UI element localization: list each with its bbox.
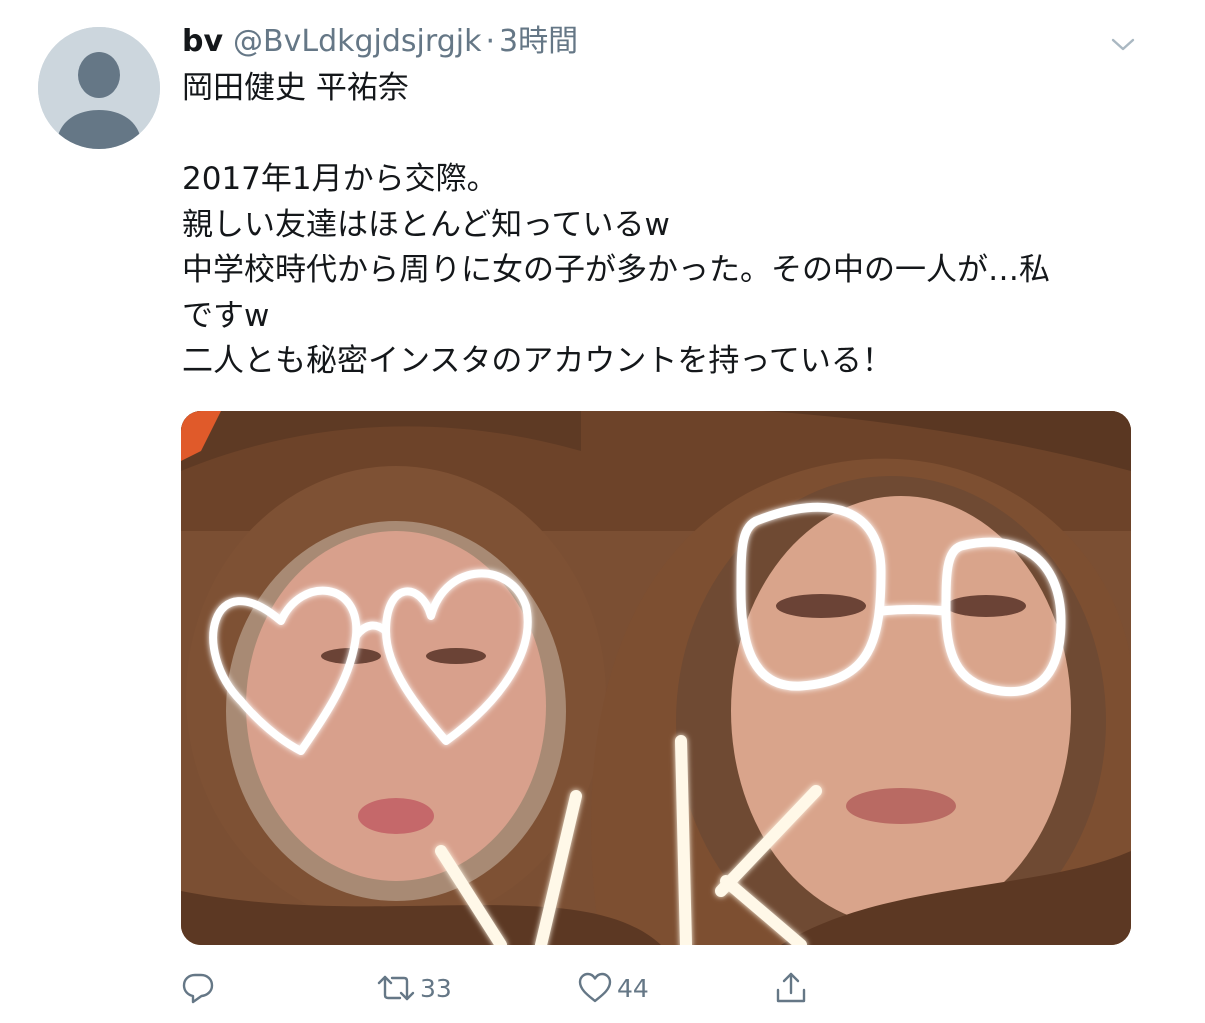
share-icon [776, 972, 806, 1003]
tweet-header: bv @BvLdkgjdsjrgjk · 3時間 [182, 20, 578, 64]
more-options-button[interactable] [1108, 30, 1138, 60]
tweet-text-line: 二人とも秘密インスタのアカウントを持っている！ [182, 343, 893, 379]
avatar[interactable] [38, 27, 160, 149]
heart-icon [578, 972, 612, 1003]
tweet[interactable]: bv @BvLdkgjdsjrgjk · 3時間 岡田健史 平祐奈 2017年1… [0, 0, 1205, 1023]
timestamp[interactable]: 3時間 [499, 20, 578, 64]
reply-button[interactable] [180, 962, 216, 1014]
display-name[interactable]: bv [182, 20, 223, 64]
like-count: 44 [617, 973, 649, 1003]
photo-illustration [181, 411, 1131, 945]
tweet-text-line: ですw [182, 297, 270, 334]
user-handle[interactable]: @BvLdkgjdsjrgjk [233, 20, 481, 64]
reply-icon [182, 973, 214, 1004]
like-button[interactable]: 44 [577, 962, 649, 1014]
tweet-photo[interactable] [181, 411, 1131, 945]
tweet-text-line: 岡田健史 平祐奈 [182, 70, 409, 106]
share-button[interactable] [773, 962, 809, 1014]
tweet-text-line: 中学校時代から周りに女の子が多かった。その中の一人が…私 [182, 252, 1050, 288]
default-profile-icon [38, 27, 160, 149]
retweet-icon [377, 975, 415, 1001]
tweet-text-line: 親しい友達はほとんど知っているw [182, 206, 670, 243]
separator-dot: · [485, 24, 495, 59]
retweet-button[interactable]: 33 [376, 962, 452, 1014]
chevron-down-icon [1111, 38, 1135, 51]
tweet-text-line: 2017年1月から交際。 [182, 161, 498, 197]
tweet-text: 岡田健史 平祐奈 2017年1月から交際。 親しい友達はほとんど知っているw 中… [182, 66, 1142, 385]
retweet-count: 33 [420, 973, 452, 1003]
tweet-actions: 33 44 [0, 962, 1205, 1014]
